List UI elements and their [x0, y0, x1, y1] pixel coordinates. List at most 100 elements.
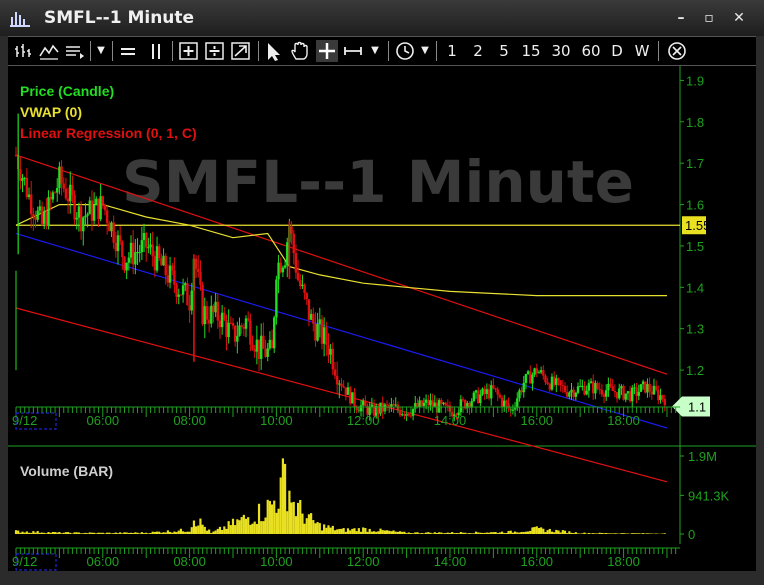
- volume-bar: [307, 514, 311, 534]
- candle-body: [314, 323, 317, 341]
- candle-body: [153, 256, 157, 271]
- candle-body: [142, 232, 146, 241]
- candle-body: [398, 409, 402, 416]
- candle-body: [242, 327, 246, 329]
- pointer-icon[interactable]: [264, 40, 286, 62]
- timeframe-1[interactable]: 1: [444, 40, 460, 62]
- clock-icon[interactable]: [394, 40, 416, 62]
- volume-bar: [553, 532, 556, 534]
- bar-style-icon[interactable]: [14, 40, 34, 62]
- candle-body: [327, 344, 330, 355]
- vertical-line-icon[interactable]: [146, 40, 166, 62]
- dropdown-icon[interactable]: ▼: [94, 40, 108, 62]
- timeframe-5[interactable]: 5: [496, 40, 512, 62]
- candle-body: [184, 283, 187, 286]
- candle-body: [518, 390, 521, 399]
- candle-body: [485, 389, 489, 394]
- candle-body: [266, 348, 269, 357]
- volume-bar: [346, 528, 350, 534]
- candle-body: [589, 381, 593, 384]
- chart-area[interactable]: SMFL--1 Minute Price (Candle) VWAP (0) Line…: [8, 66, 756, 571]
- price-x-tick-label: 10:00: [260, 413, 293, 428]
- volume-bar: [396, 531, 400, 534]
- timeframe-15[interactable]: 15: [520, 40, 542, 62]
- candle-body: [611, 386, 614, 392]
- volume-bar: [331, 525, 334, 534]
- volume-bar: [23, 532, 26, 534]
- pan-hand-icon[interactable]: [290, 40, 312, 62]
- candle-body: [557, 378, 560, 381]
- volume-bar: [186, 531, 189, 534]
- volume-bar: [145, 532, 148, 534]
- candle-body: [578, 386, 582, 388]
- volume-bar: [442, 533, 445, 534]
- candle-body: [240, 325, 243, 328]
- candle-body: [628, 391, 632, 402]
- close-button[interactable]: ✕: [730, 10, 748, 26]
- candle-body: [476, 390, 480, 403]
- volume-bar: [557, 530, 560, 534]
- volume-bar: [119, 532, 122, 534]
- volume-bar: [527, 531, 530, 534]
- volume-bar: [164, 532, 167, 534]
- volume-bar: [561, 530, 564, 534]
- candle-body: [544, 375, 547, 383]
- candle-body: [290, 226, 293, 234]
- chart-app-icon: [10, 9, 30, 27]
- volume-bar: [420, 532, 423, 534]
- crosshair-icon[interactable]: [316, 40, 338, 62]
- candle-body: [555, 378, 558, 385]
- candle-body: [173, 270, 176, 285]
- candle-body: [210, 305, 213, 324]
- timeframe-60[interactable]: 60: [580, 40, 602, 62]
- study-icon[interactable]: [38, 40, 60, 62]
- candle-body: [444, 402, 447, 406]
- measure-icon[interactable]: [342, 40, 364, 62]
- volume-bar: [542, 528, 545, 534]
- candle-body: [246, 318, 250, 321]
- zoom-out-icon[interactable]: [204, 40, 226, 62]
- volume-bar: [260, 521, 263, 534]
- maximize-button[interactable]: ▫: [700, 10, 718, 26]
- candle-body: [171, 265, 174, 271]
- volume-bar: [377, 531, 380, 534]
- candle-body: [522, 382, 525, 393]
- template-icon[interactable]: [64, 40, 86, 62]
- candle-body: [492, 385, 495, 389]
- candle-body: [268, 339, 272, 349]
- close-circle-icon[interactable]: [666, 40, 688, 62]
- zoom-reset-icon[interactable]: [230, 40, 252, 62]
- volume-bar: [622, 533, 625, 534]
- volume-bar: [110, 533, 113, 534]
- chart-svg[interactable]: SMFL--1 Minute Price (Candle) VWAP (0) Line…: [8, 66, 756, 571]
- candle-body: [38, 206, 42, 211]
- candle-body: [424, 399, 428, 403]
- candle-body: [25, 177, 29, 198]
- candle-body: [440, 400, 443, 404]
- volume-bar: [540, 527, 543, 534]
- volume-bar: [583, 532, 586, 534]
- candle-body: [147, 247, 150, 249]
- timeframe-daily[interactable]: D: [608, 40, 626, 62]
- volume-bar: [136, 532, 139, 534]
- timeframe-2[interactable]: 2: [470, 40, 486, 62]
- candle-body: [598, 388, 601, 390]
- candle-body: [348, 387, 352, 404]
- dropdown-icon[interactable]: ▼: [368, 40, 382, 62]
- zoom-in-icon[interactable]: [178, 40, 200, 62]
- horizontal-line-icon[interactable]: [118, 40, 138, 62]
- volume-bar: [518, 532, 521, 534]
- timeframe-weekly[interactable]: W: [632, 40, 652, 62]
- candle-body: [255, 339, 259, 352]
- title-bar[interactable]: SMFL--1 Minute – ▫ ✕: [0, 0, 764, 36]
- volume-bar: [45, 533, 48, 534]
- candle-body: [77, 206, 81, 218]
- timeframe-30[interactable]: 30: [550, 40, 572, 62]
- candle-body: [103, 204, 107, 211]
- minimize-button[interactable]: –: [672, 10, 690, 26]
- candle-body: [149, 244, 152, 248]
- candle-body: [233, 325, 237, 342]
- volume-bar: [548, 528, 551, 534]
- dropdown-icon[interactable]: ▼: [418, 40, 432, 62]
- volume-bar: [448, 532, 452, 534]
